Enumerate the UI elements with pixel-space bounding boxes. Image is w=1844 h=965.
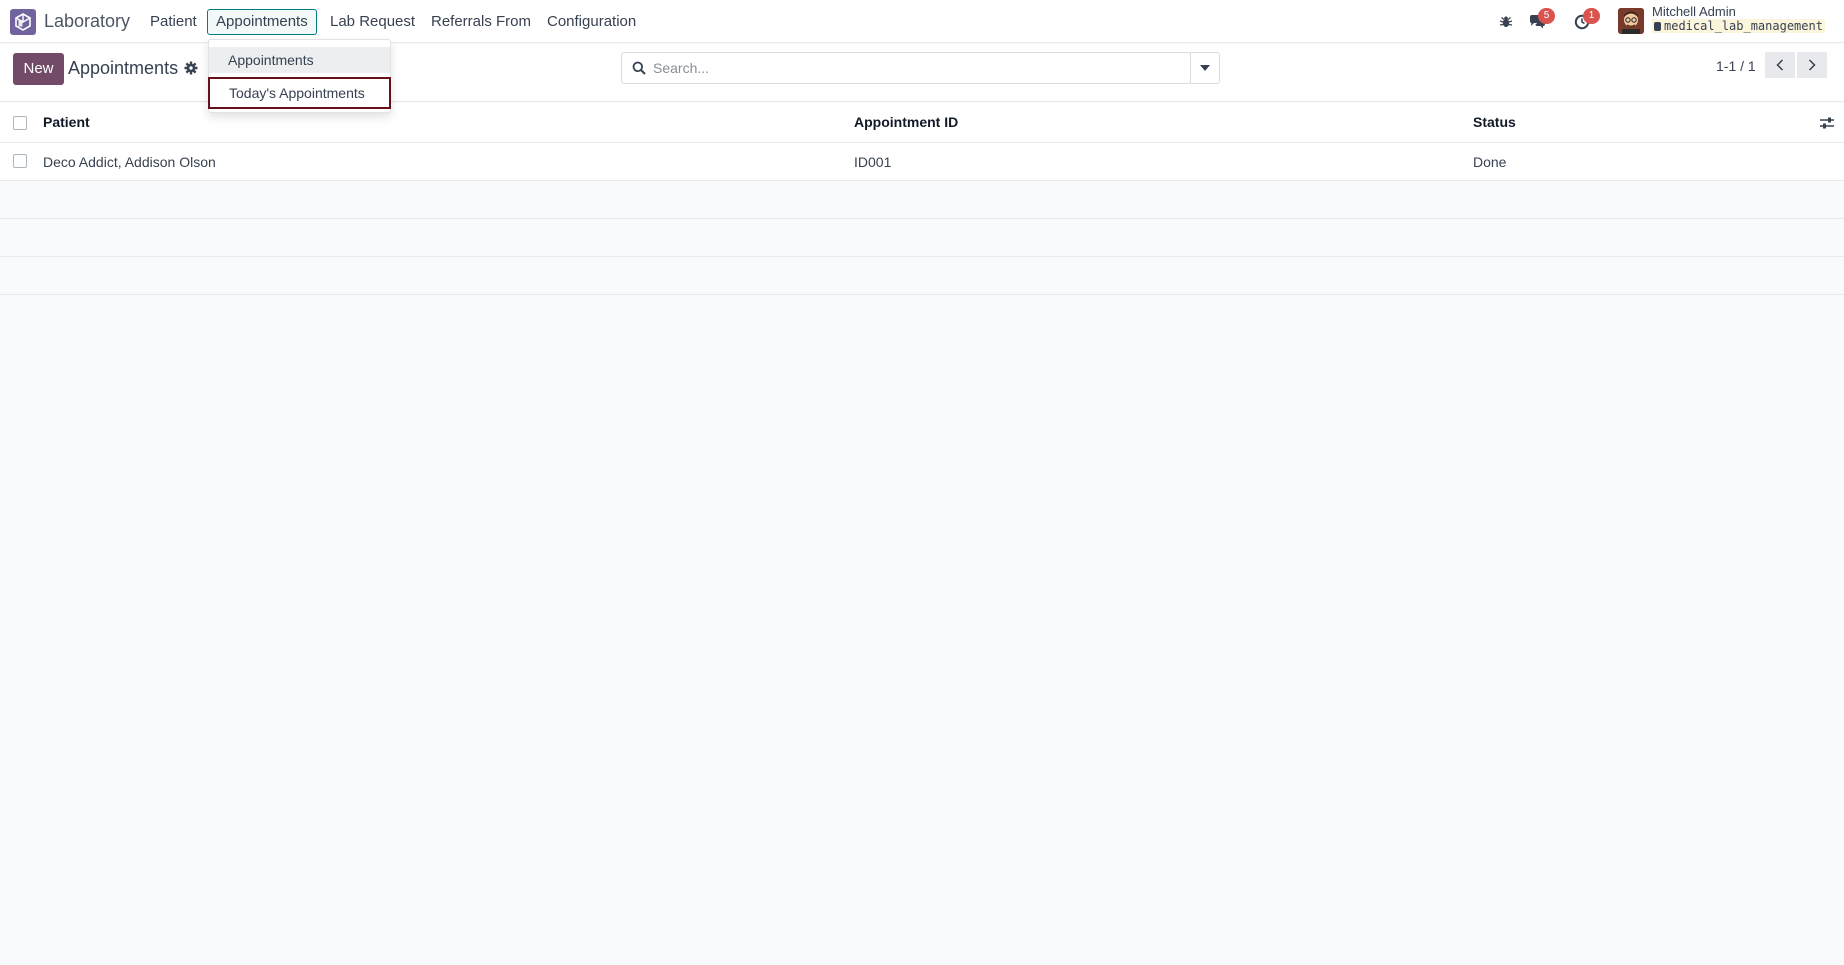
user-avatar[interactable] (1618, 8, 1644, 34)
page-title[interactable]: Appointments (68, 58, 178, 79)
pager-value[interactable]: 1-1 / 1 (1716, 58, 1756, 74)
appointments-list: Patient Appointment ID Status Deco Addic… (0, 103, 1844, 295)
database-label: medical_lab_management (1664, 19, 1823, 33)
menu-referrals-from[interactable]: Referrals From (422, 9, 540, 35)
search-options-toggle[interactable] (1190, 52, 1220, 84)
activities-clock-icon[interactable]: 1 (1572, 8, 1600, 32)
row-checkbox[interactable] (13, 154, 27, 168)
dropdown-item-todays-appointments[interactable]: Today's Appointments (208, 77, 391, 109)
messages-badge: 5 (1538, 8, 1555, 24)
messages-chat-icon[interactable]: 5 (1527, 8, 1555, 32)
appointments-dropdown-menu: Appointments Today's Appointments (208, 39, 391, 113)
database-name: medical_lab_management (1652, 19, 1825, 33)
empty-row (0, 257, 1844, 295)
column-header-patient[interactable]: Patient (43, 114, 90, 130)
gear-icon[interactable] (184, 61, 198, 75)
column-header-status[interactable]: Status (1473, 114, 1516, 130)
search-bar (621, 52, 1191, 84)
empty-row (0, 219, 1844, 257)
pager-previous-button[interactable] (1765, 52, 1795, 78)
search-icon (632, 61, 646, 75)
activities-badge: 1 (1583, 8, 1600, 24)
select-all-checkbox[interactable] (13, 116, 27, 130)
cell-status: Done (1473, 154, 1507, 170)
menu-appointments[interactable]: Appointments (207, 9, 317, 35)
chevron-right-icon (1808, 59, 1816, 71)
search-input[interactable] (653, 57, 1153, 79)
cell-appointment-id: ID001 (854, 154, 892, 170)
database-icon (1654, 22, 1661, 31)
cell-patient: Deco Addict, Addison Olson (43, 154, 216, 170)
optional-columns-icon[interactable] (1819, 116, 1835, 130)
table-row[interactable]: Deco Addict, Addison Olson ID001 Done (0, 143, 1844, 181)
app-name[interactable]: Laboratory (44, 11, 130, 32)
new-button[interactable]: New (13, 53, 64, 85)
user-name[interactable]: Mitchell Admin (1652, 4, 1736, 19)
menu-lab-request[interactable]: Lab Request (321, 9, 424, 35)
top-navbar: Laboratory Patient Appointments Lab Requ… (0, 0, 1844, 43)
menu-configuration[interactable]: Configuration (538, 9, 645, 35)
chevron-left-icon (1776, 59, 1784, 71)
app-logo-icon[interactable] (10, 9, 36, 35)
debug-bug-icon[interactable] (1496, 12, 1516, 32)
empty-row (0, 181, 1844, 219)
column-header-appointment-id[interactable]: Appointment ID (854, 114, 958, 130)
dropdown-item-appointments[interactable]: Appointments (209, 47, 390, 73)
menu-patient[interactable]: Patient (141, 9, 206, 35)
caret-down-icon (1200, 65, 1210, 71)
pager-next-button[interactable] (1797, 52, 1827, 78)
